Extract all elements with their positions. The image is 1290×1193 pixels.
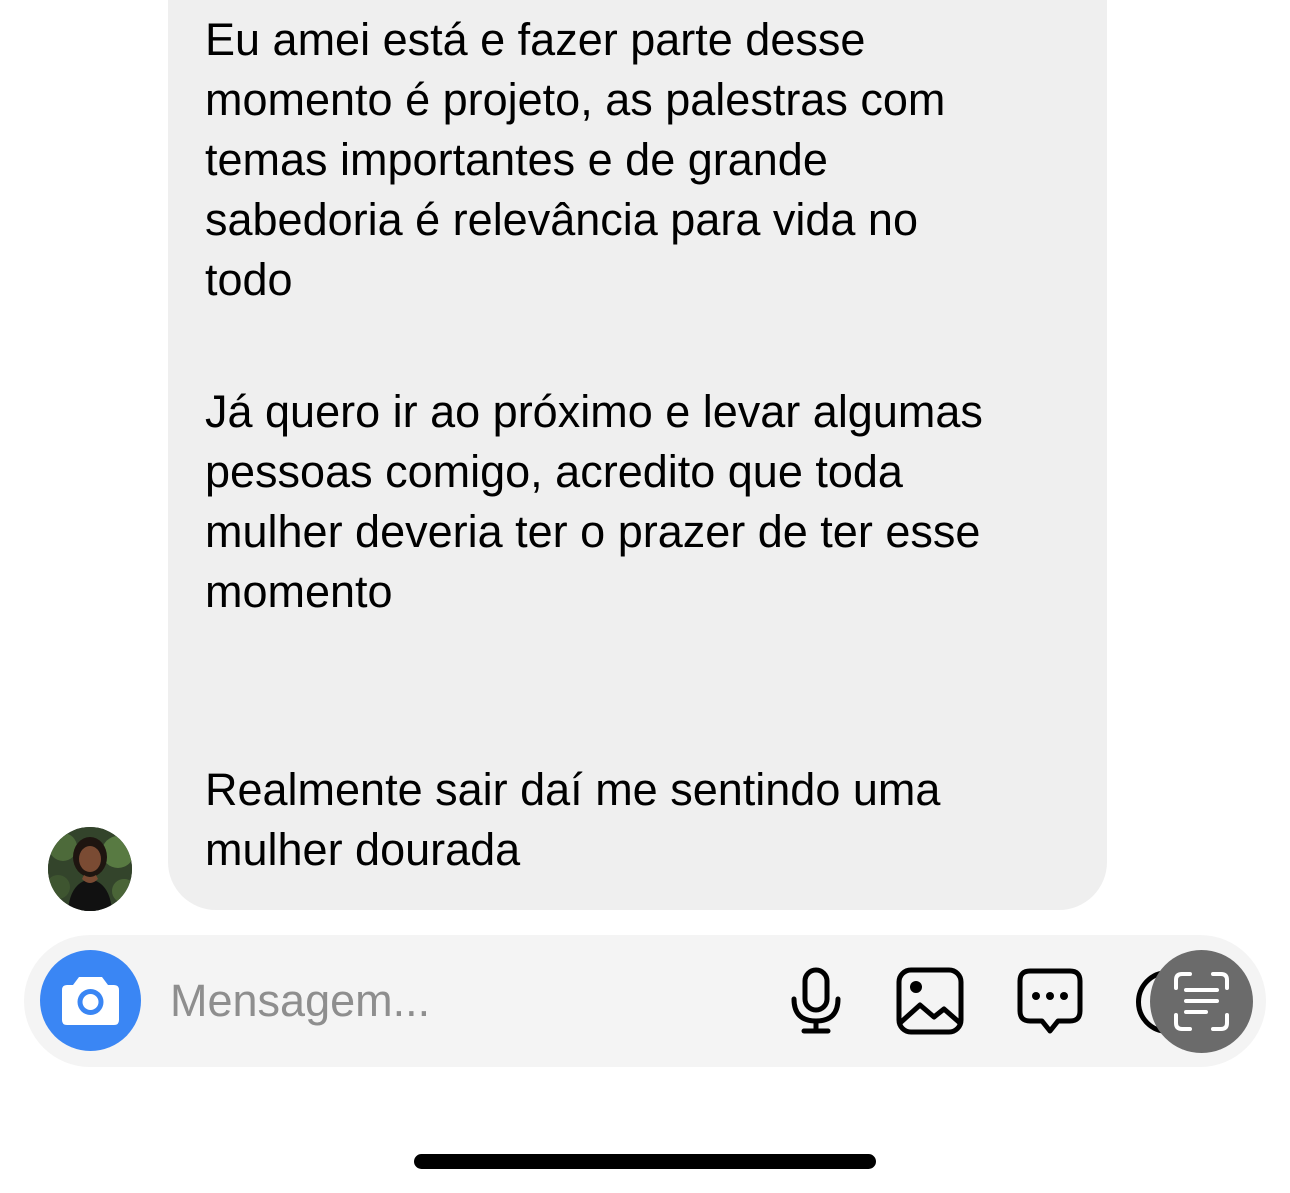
- home-indicator[interactable]: [414, 1154, 876, 1169]
- message-line: Já quero ir ao próximo e levar algumas: [205, 386, 983, 437]
- chat-button[interactable]: [1014, 965, 1086, 1037]
- gallery-button[interactable]: [894, 965, 966, 1037]
- microphone-button[interactable]: [780, 965, 852, 1037]
- message-line: mulher dourada: [205, 824, 521, 875]
- sender-avatar[interactable]: [48, 827, 132, 911]
- avatar-image: [48, 827, 132, 911]
- message-input[interactable]: Mensagem...: [170, 975, 430, 1027]
- message-line: momento: [205, 566, 393, 617]
- text-scan-icon: [1174, 972, 1229, 1031]
- message-line: todo: [205, 254, 293, 305]
- message-line: Realmente sair daí me sentindo uma: [205, 764, 941, 815]
- message-line: mulher deveria ter o prazer de ter esse: [205, 506, 981, 557]
- message-line: pessoas comigo, acredito que toda: [205, 446, 903, 497]
- text-scan-button[interactable]: [1150, 950, 1253, 1053]
- chat-bubble-icon: [1017, 968, 1083, 1034]
- message-line: Eu amei está e fazer parte desse: [205, 14, 866, 65]
- camera-button[interactable]: [40, 950, 141, 1051]
- message-line: temas importantes e de grande: [205, 134, 828, 185]
- camera-icon: [62, 977, 119, 1025]
- microphone-icon: [791, 967, 841, 1034]
- message-line: momento é projeto, as palestras com: [205, 74, 946, 125]
- image-icon: [896, 967, 964, 1035]
- chat-screen: Eu amei está e fazer parte desse momento…: [0, 0, 1290, 1193]
- message-line: sabedoria é relevância para vida no: [205, 194, 918, 245]
